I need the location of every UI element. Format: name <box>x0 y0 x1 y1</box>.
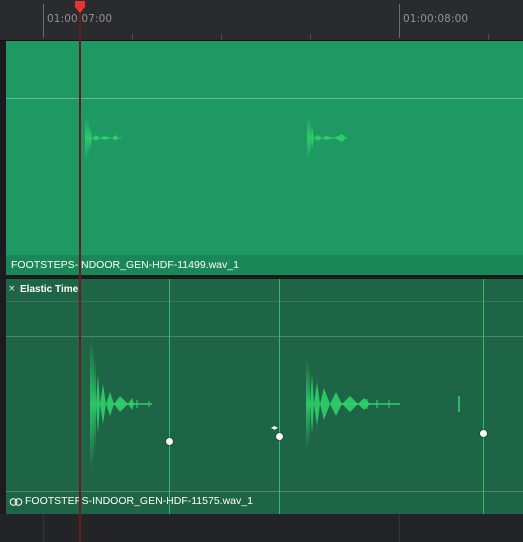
elastic-marker-handle[interactable] <box>166 438 173 445</box>
clip-name: FOOTSTEPS-INDOOR_GEN-HDF-11575.wav_1 <box>25 495 253 507</box>
ruler-major-tick <box>399 4 400 38</box>
clip-name: FOOTSTEPS-INDOOR_GEN-HDF-11499.wav_1 <box>11 259 239 271</box>
grid-line <box>43 514 44 542</box>
link-icon <box>9 498 23 506</box>
timeline-editor: 01:00:07:00 01:00:08:00 FOOTSTEPS-INDOOR… <box>0 0 523 542</box>
close-icon[interactable]: × <box>8 284 16 294</box>
ruler-major-tick <box>43 4 44 38</box>
waveform-transient-2 <box>307 115 348 161</box>
playhead-line[interactable] <box>79 6 81 542</box>
playhead-marker-icon[interactable] <box>74 0 86 14</box>
waveform-transient-4 <box>306 358 460 450</box>
waveform-transient-3 <box>90 336 152 472</box>
volume-line[interactable] <box>6 336 523 337</box>
waveform-transient-1 <box>85 115 122 161</box>
ruler-minor-tick <box>310 34 311 40</box>
ruler-minor-tick <box>221 34 222 40</box>
ruler-minor-tick <box>488 34 489 40</box>
audio-clip-track-1[interactable]: FOOTSTEPS-INDOOR_GEN-HDF-11499.wav_1 <box>6 41 523 275</box>
elastic-marker-line[interactable] <box>169 279 170 514</box>
stretch-arrows-icon: ◂▸ <box>271 423 278 432</box>
grid-line <box>399 514 400 542</box>
audio-clip-track-2[interactable]: × Elastic Time ◂▸ FOOTSTEPS-INDOOR_GEN-H… <box>6 279 523 514</box>
elastic-marker-handle[interactable] <box>276 433 283 440</box>
elastic-marker-line[interactable] <box>279 279 280 514</box>
ruler-minor-tick <box>132 34 133 40</box>
clip-name-divider <box>6 491 523 492</box>
elastic-marker-line[interactable] <box>483 279 484 514</box>
elastic-marker-handle[interactable] <box>480 430 487 437</box>
ruler-timecode: 01:00:08:00 <box>403 13 469 25</box>
elastic-time-label: Elastic Time <box>20 284 79 295</box>
elastic-time-header: × Elastic Time <box>6 279 523 302</box>
volume-line[interactable] <box>6 98 523 99</box>
